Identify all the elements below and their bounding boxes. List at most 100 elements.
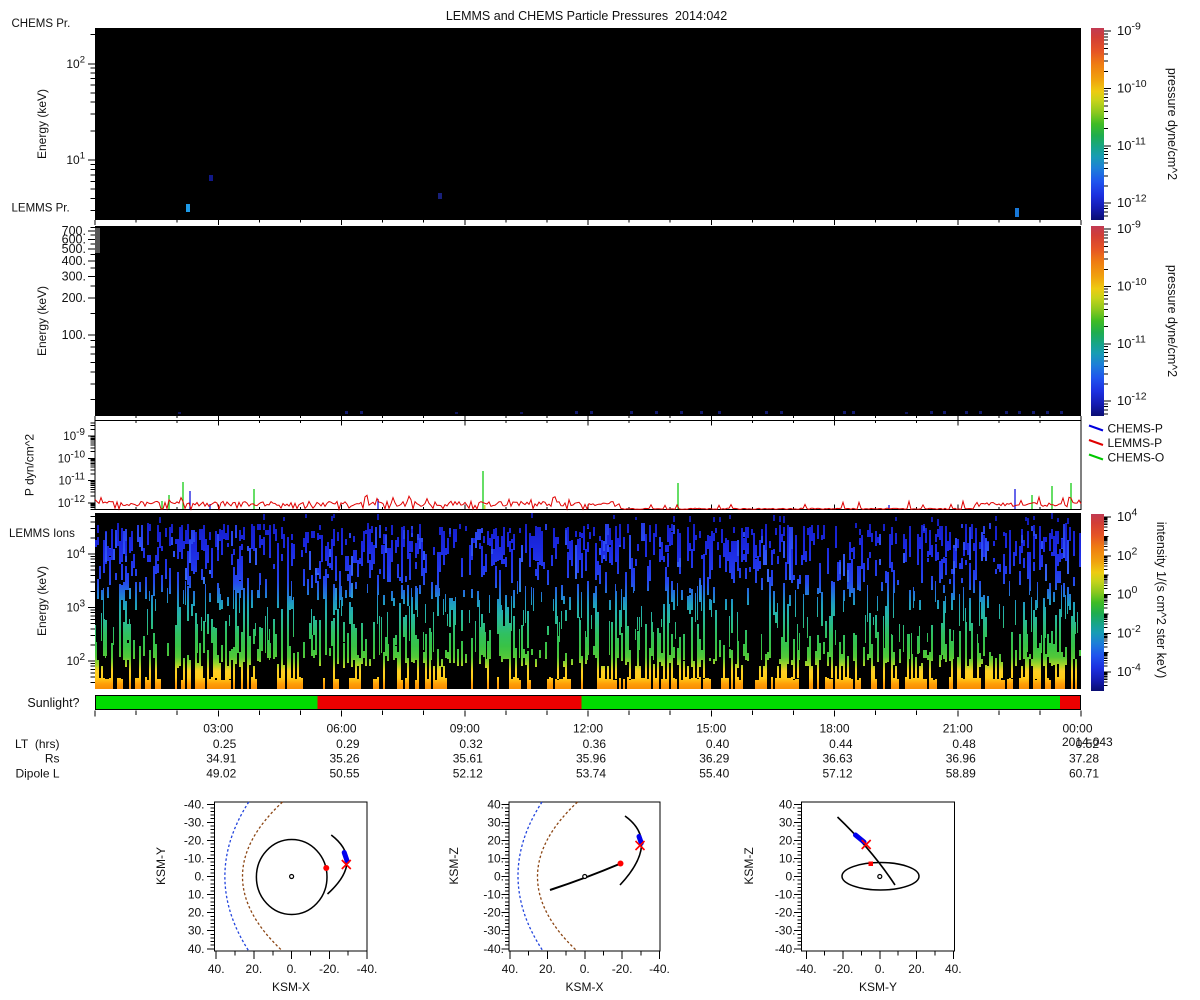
- svg-text:Dipole L: Dipole L: [15, 767, 59, 781]
- svg-text:intensity 1/(s cm^2 ster keV): intensity 1/(s cm^2 ster keV): [1154, 522, 1168, 679]
- svg-text:0.: 0.: [875, 962, 885, 976]
- svg-text:52.12: 52.12: [453, 767, 483, 781]
- svg-text:10-9: 10-9: [63, 427, 85, 443]
- svg-text:10-10: 10-10: [1117, 276, 1147, 294]
- svg-text:10.: 10.: [487, 851, 504, 865]
- svg-text:10.: 10.: [779, 851, 796, 865]
- svg-text:50.55: 50.55: [329, 767, 359, 781]
- svg-text:53.74: 53.74: [576, 767, 606, 781]
- svg-text:-30.: -30.: [184, 815, 205, 829]
- svg-text:10-9: 10-9: [1117, 21, 1141, 39]
- svg-text:20.: 20.: [908, 962, 925, 976]
- svg-text:30.: 30.: [487, 815, 504, 829]
- svg-text:57.12: 57.12: [822, 767, 852, 781]
- svg-text:21:00: 21:00: [943, 722, 973, 736]
- svg-text:KSM-Z: KSM-Z: [742, 847, 756, 884]
- svg-text:KSM-X: KSM-X: [565, 980, 603, 994]
- svg-text:-40.: -40.: [775, 942, 796, 956]
- svg-text:36.29: 36.29: [699, 752, 729, 766]
- svg-text:101: 101: [66, 151, 85, 168]
- svg-text:30.: 30.: [188, 924, 205, 938]
- svg-text:03:00: 03:00: [203, 722, 233, 736]
- svg-text:-20.: -20.: [483, 906, 504, 920]
- svg-text:-30.: -30.: [483, 924, 504, 938]
- svg-text:12:00: 12:00: [573, 722, 603, 736]
- svg-text:58.89: 58.89: [946, 767, 976, 781]
- svg-text:10-10: 10-10: [58, 449, 86, 465]
- svg-text:36.96: 36.96: [946, 752, 976, 766]
- svg-text:40.: 40.: [208, 962, 225, 976]
- svg-text:Rs: Rs: [45, 752, 60, 766]
- svg-text:20.: 20.: [539, 962, 556, 976]
- svg-text:0.40: 0.40: [706, 737, 730, 751]
- svg-text:-10.: -10.: [184, 851, 205, 865]
- svg-text:-40.: -40.: [649, 962, 670, 976]
- svg-text:P dyn/cm^2: P dyn/cm^2: [23, 434, 37, 496]
- svg-text:-20.: -20.: [184, 833, 205, 847]
- svg-text:-20.: -20.: [612, 962, 633, 976]
- svg-text:0.44: 0.44: [829, 737, 853, 751]
- svg-text:35.61: 35.61: [453, 752, 483, 766]
- svg-text:0.32: 0.32: [459, 737, 483, 751]
- svg-text:20.: 20.: [779, 833, 796, 847]
- svg-text:LEMMS-P: LEMMS-P: [1108, 436, 1163, 450]
- svg-text:49.02: 49.02: [206, 767, 236, 781]
- svg-text:2014-043: 2014-043: [1062, 735, 1113, 749]
- svg-text:102: 102: [67, 652, 86, 668]
- svg-text:KSM-Z: KSM-Z: [447, 847, 461, 884]
- svg-text:30.: 30.: [779, 815, 796, 829]
- svg-text:40.: 40.: [502, 962, 519, 976]
- svg-text:-40.: -40.: [483, 942, 504, 956]
- svg-text:-30.: -30.: [775, 924, 796, 938]
- svg-text:0.29: 0.29: [336, 737, 360, 751]
- svg-text:400.: 400.: [62, 254, 86, 268]
- svg-text:60.71: 60.71: [1069, 767, 1099, 781]
- svg-text:0.48: 0.48: [952, 737, 976, 751]
- svg-text:10-11: 10-11: [1117, 333, 1146, 351]
- svg-text:-20.: -20.: [319, 962, 340, 976]
- svg-text:300.: 300.: [62, 269, 86, 283]
- svg-text:pressure dyne/cm^2: pressure dyne/cm^2: [1165, 68, 1179, 180]
- svg-text:20.: 20.: [487, 833, 504, 847]
- svg-text:LT (hrs): LT (hrs): [15, 737, 59, 751]
- svg-text:Energy (keV): Energy (keV): [35, 566, 49, 636]
- svg-text:LEMMS and CHEMS Particle Press: LEMMS and CHEMS Particle Pressures 2014:…: [446, 9, 727, 23]
- svg-text:-10.: -10.: [775, 888, 796, 902]
- svg-text:103: 103: [67, 599, 86, 615]
- svg-text:104: 104: [67, 545, 86, 561]
- svg-text:0.: 0.: [580, 962, 590, 976]
- svg-text:40.: 40.: [945, 962, 962, 976]
- svg-text:102: 102: [66, 55, 85, 72]
- svg-text:CHEMS-O: CHEMS-O: [1108, 451, 1165, 465]
- svg-text:-10.: -10.: [483, 888, 504, 902]
- svg-text:10-4: 10-4: [1117, 662, 1141, 680]
- svg-text:LEMMS Ions: LEMMS Ions: [9, 528, 75, 540]
- svg-text:40.: 40.: [487, 797, 504, 811]
- svg-text:10.: 10.: [188, 888, 205, 902]
- svg-text:102: 102: [1117, 545, 1137, 563]
- svg-text:10-9: 10-9: [1117, 219, 1141, 237]
- svg-text:10-11: 10-11: [58, 472, 85, 488]
- svg-text:37.28: 37.28: [1069, 752, 1099, 766]
- svg-text:40.: 40.: [188, 942, 205, 956]
- svg-text:34.91: 34.91: [206, 752, 236, 766]
- svg-text:20.: 20.: [188, 906, 205, 920]
- svg-text:35.26: 35.26: [329, 752, 359, 766]
- svg-text:10-12: 10-12: [1117, 391, 1147, 409]
- svg-text:pressure dyne/cm^2: pressure dyne/cm^2: [1165, 265, 1179, 377]
- svg-text:10-11: 10-11: [1117, 135, 1146, 153]
- svg-text:Sunlight?: Sunlight?: [27, 696, 79, 710]
- svg-text:0.: 0.: [785, 870, 795, 884]
- svg-text:200.: 200.: [62, 291, 86, 305]
- svg-text:06:00: 06:00: [326, 722, 356, 736]
- svg-text:Energy (keV): Energy (keV): [35, 286, 49, 356]
- svg-text:104: 104: [1117, 507, 1137, 525]
- svg-text:09:00: 09:00: [450, 722, 480, 736]
- svg-text:0.36: 0.36: [583, 737, 607, 751]
- svg-text:10-2: 10-2: [1117, 623, 1141, 641]
- svg-text:0.: 0.: [494, 870, 504, 884]
- svg-text:-40.: -40.: [357, 962, 378, 976]
- svg-text:0.25: 0.25: [213, 737, 237, 751]
- svg-text:55.40: 55.40: [699, 767, 729, 781]
- svg-text:CHEMS-P: CHEMS-P: [1108, 422, 1163, 436]
